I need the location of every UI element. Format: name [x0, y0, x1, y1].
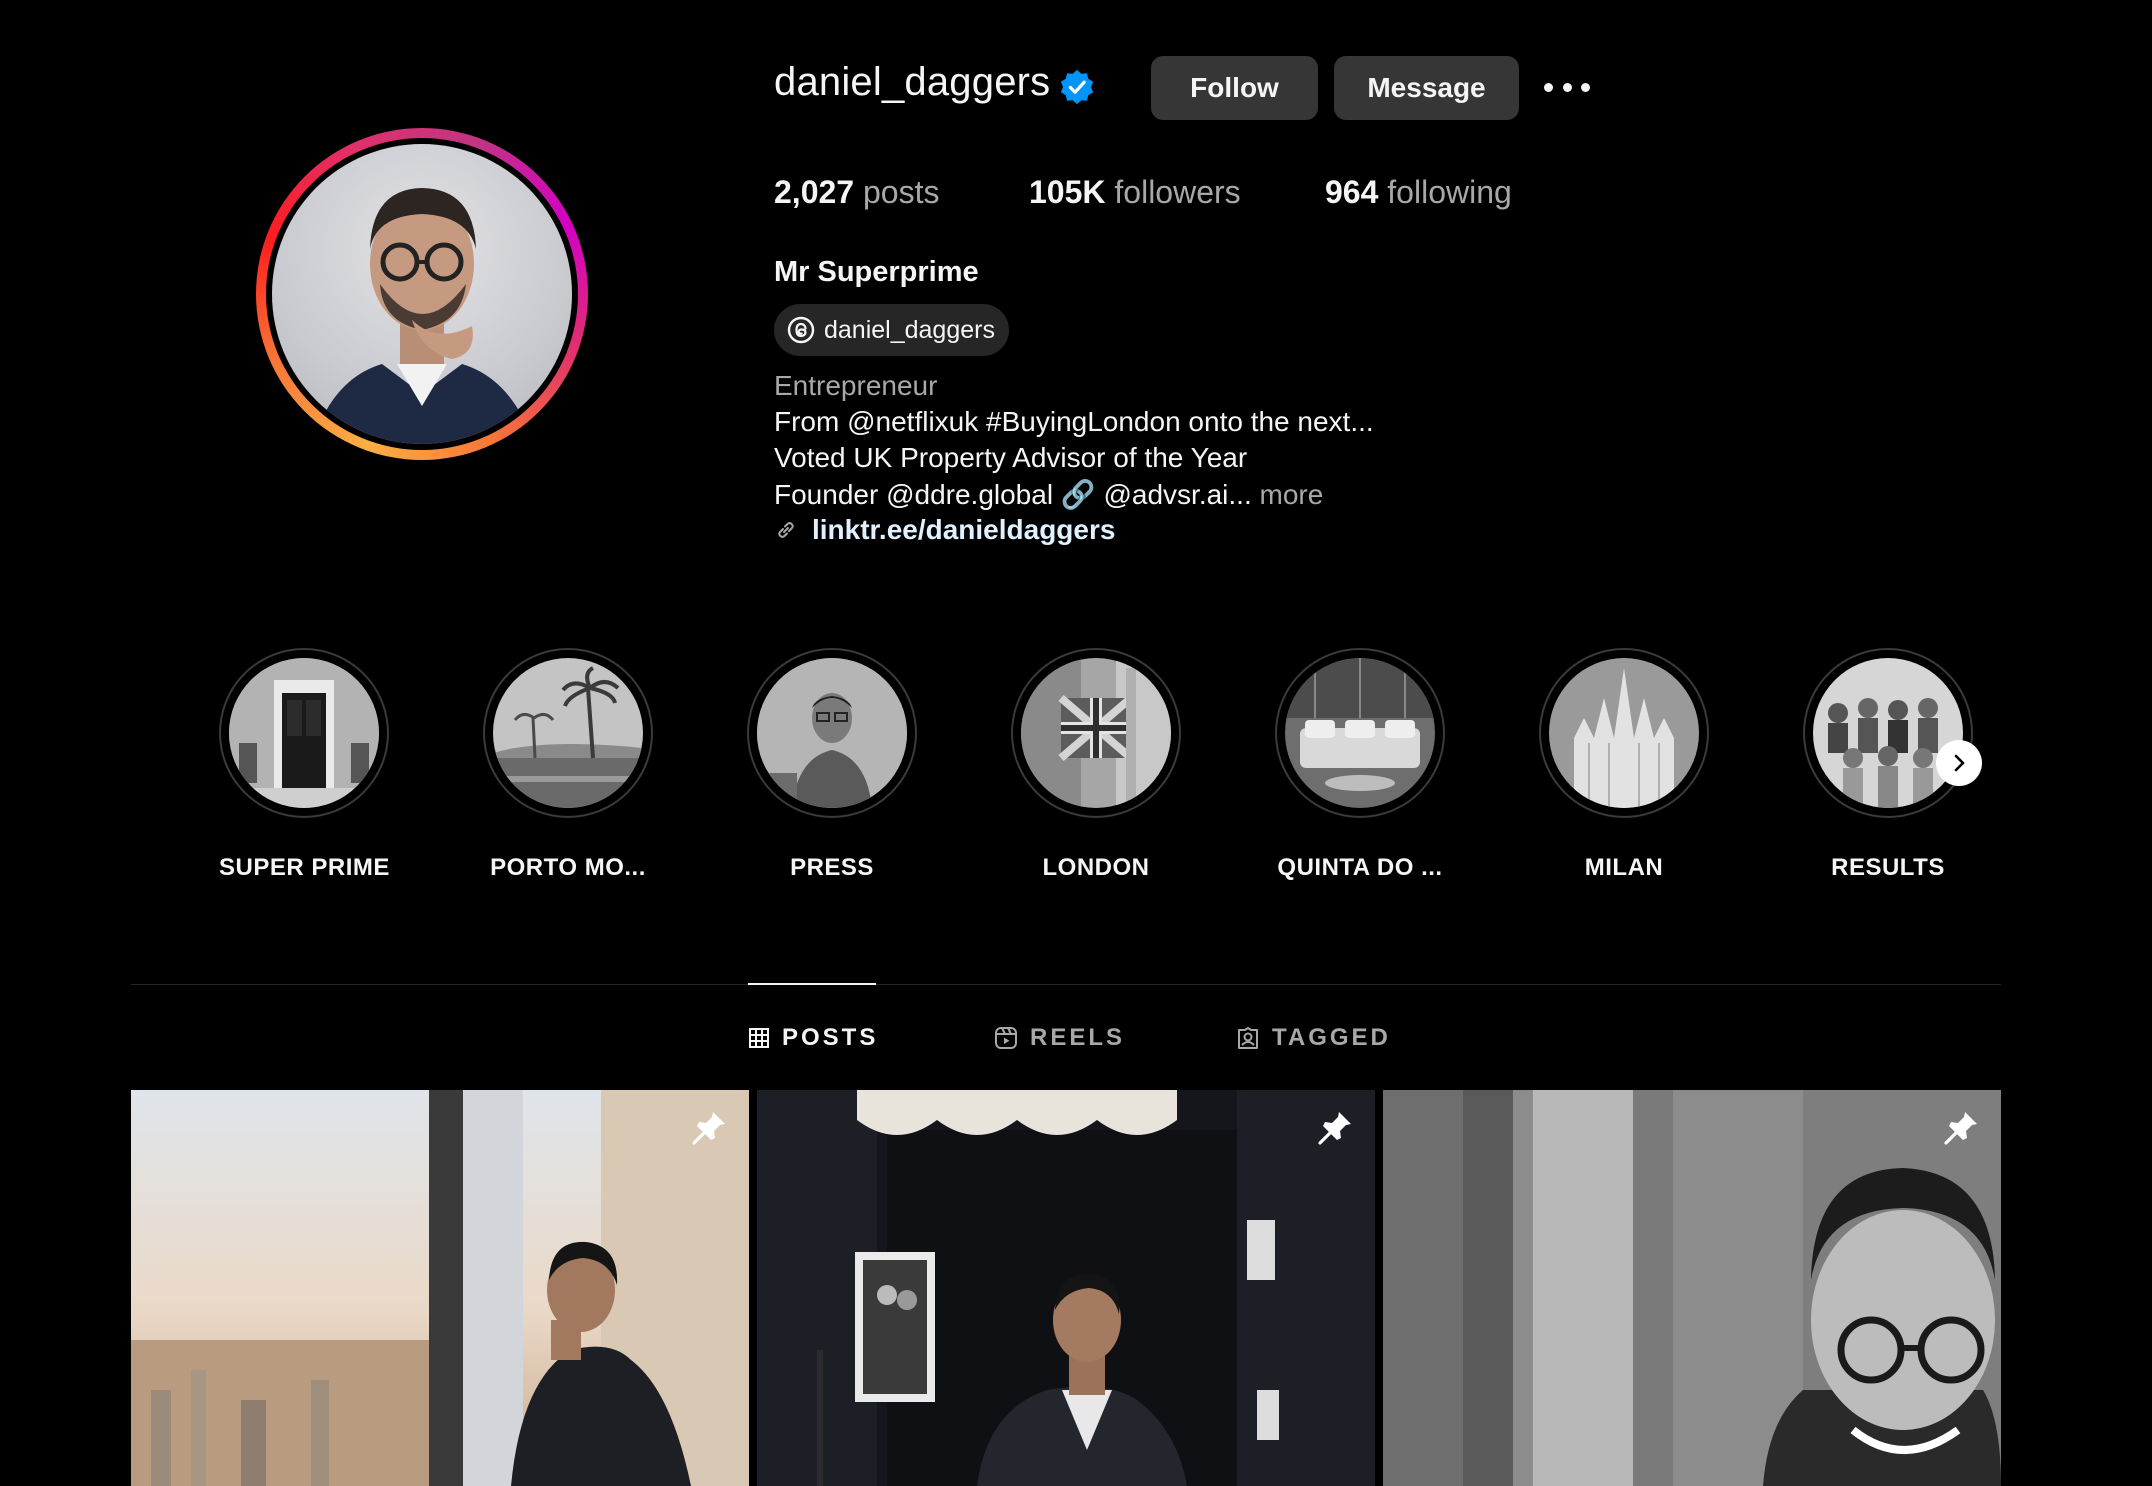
more-options-icon[interactable]	[1544, 72, 1590, 102]
post-image	[1383, 1090, 2001, 1486]
bio-category: Entrepreneur	[774, 370, 938, 401]
pin-icon	[1944, 1112, 1977, 1145]
highlight-cover	[229, 658, 379, 808]
follow-button[interactable]: Follow	[1151, 56, 1318, 120]
bio-line-2: Voted UK Property Advisor of the Year	[774, 442, 1248, 473]
threads-badge[interactable]: daniel_daggers	[774, 304, 1009, 356]
highlights-next-button[interactable]	[1936, 740, 1982, 786]
grid-icon	[749, 1028, 769, 1048]
pin-icon	[1318, 1112, 1351, 1145]
highlight-label: PORTO MO...	[490, 854, 646, 881]
posts-count: 2,027	[774, 174, 855, 210]
active-tab-indicator	[748, 983, 876, 985]
tagged-icon	[1238, 1027, 1258, 1049]
followers-stat[interactable]: 105K followers	[1029, 174, 1241, 211]
highlight-cover	[1813, 658, 1963, 808]
highlight-label: RESULTS	[1831, 854, 1945, 881]
highlight-cover	[1285, 658, 1435, 808]
tab-label: TAGGED	[1272, 1024, 1391, 1051]
tab-reels[interactable]: REELS	[994, 1024, 1125, 1052]
profile-avatar[interactable]	[256, 128, 588, 460]
bio-link-text: linktr.ee/danieldaggers	[812, 514, 1116, 545]
bio-line-3: Founder @ddre.global 🔗 @advsr.ai...	[774, 479, 1252, 510]
highlight-press[interactable]: PRESS	[747, 648, 917, 882]
bio-line-3-row: Founder @ddre.global 🔗 @advsr.ai... more	[774, 478, 1323, 511]
link-icon	[778, 522, 794, 538]
posts-label: posts	[862, 174, 940, 210]
profile-full-name: Mr Superprime	[774, 256, 979, 288]
highlight-porto-mo[interactable]: PORTO MO...	[483, 648, 653, 882]
highlight-cover	[493, 658, 643, 808]
bio-more-link[interactable]: more	[1260, 479, 1324, 510]
tab-label: POSTS	[782, 1024, 879, 1051]
post-tile-1[interactable]	[131, 1090, 749, 1486]
tab-label: REELS	[1030, 1024, 1126, 1051]
followers-count: 105K	[1029, 174, 1106, 210]
following-count: 964	[1325, 174, 1379, 210]
highlight-cover	[1021, 658, 1171, 808]
tab-posts[interactable]: POSTS	[748, 1024, 878, 1052]
tab-tagged[interactable]: TAGGED	[1236, 1024, 1391, 1052]
followers-label: followers	[1114, 174, 1241, 210]
threads-icon	[787, 316, 815, 344]
bio-line-1: From @netflixuk #BuyingLondon onto the n…	[774, 406, 1374, 437]
highlight-milan[interactable]: MILAN	[1539, 648, 1709, 882]
reels-icon	[995, 1027, 1017, 1049]
tabs-divider	[131, 984, 2001, 985]
post-image	[757, 1090, 1375, 1486]
highlight-cover	[1549, 658, 1699, 808]
highlight-label: PRESS	[790, 854, 874, 881]
following-label: following	[1387, 174, 1512, 210]
avatar-photo	[272, 144, 572, 444]
message-button[interactable]: Message	[1334, 56, 1519, 120]
post-tile-2[interactable]	[757, 1090, 1375, 1486]
chevron-right-icon	[1954, 754, 1965, 772]
verified-badge-icon	[1060, 69, 1094, 105]
highlight-london[interactable]: LONDON	[1011, 648, 1181, 882]
highlight-label: QUINTA DO ...	[1277, 854, 1443, 881]
post-tile-3[interactable]	[1383, 1090, 2001, 1486]
profile-username: daniel_daggers	[774, 60, 1051, 104]
pin-icon	[692, 1112, 725, 1145]
highlight-cover	[757, 658, 907, 808]
highlight-label: LONDON	[1042, 854, 1150, 881]
highlight-quinta-do[interactable]: QUINTA DO ...	[1275, 648, 1445, 882]
avatar-portrait	[312, 188, 534, 444]
post-image	[131, 1090, 749, 1486]
highlight-label: MILAN	[1584, 854, 1664, 881]
highlight-super-prime[interactable]: SUPER PRIME	[219, 648, 389, 882]
posts-count-stat: 2,027 posts	[774, 174, 939, 211]
following-stat[interactable]: 964 following	[1325, 174, 1512, 211]
bio-external-link[interactable]: linktr.ee/danieldaggers	[774, 514, 1115, 546]
threads-handle: daniel_daggers	[824, 315, 995, 344]
highlight-label: SUPER PRIME	[219, 854, 390, 881]
